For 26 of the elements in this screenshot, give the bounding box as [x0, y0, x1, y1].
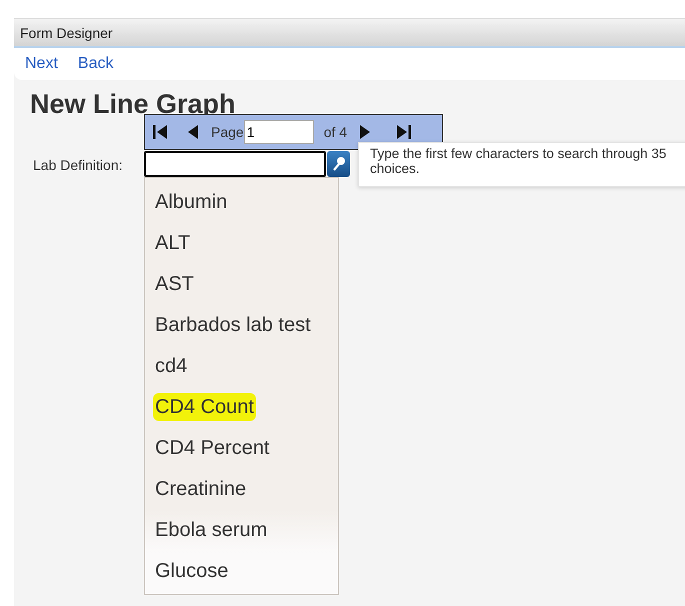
header-title: Form Designer: [20, 25, 113, 41]
choice-item[interactable]: Creatinine: [153, 469, 248, 510]
choice-item[interactable]: CD4 Count: [153, 393, 256, 421]
nav-link[interactable]: Back: [78, 52, 114, 80]
page-input[interactable]: 1: [244, 120, 314, 144]
choice-item[interactable]: Barbados lab test: [153, 305, 313, 346]
choice-item[interactable]: Glucose: [153, 551, 230, 592]
nav-link[interactable]: Next: [25, 52, 58, 80]
next-page-icon[interactable]: [359, 124, 372, 140]
first-page-icon[interactable]: [153, 124, 167, 140]
choice-item[interactable]: AST: [153, 264, 196, 305]
search-icon: [332, 156, 346, 172]
last-page-icon[interactable]: [397, 124, 412, 140]
previous-page-icon[interactable]: [187, 124, 199, 140]
search-field[interactable]: [144, 151, 326, 177]
search-tooltip: Type the first few characters to search through 35 choices.: [358, 142, 685, 187]
field-label: Lab Definition:: [33, 156, 123, 175]
page-count: of 4: [324, 122, 348, 142]
choice-item[interactable]: Ebola serum: [153, 510, 270, 551]
choice-item[interactable]: CD4 Percent: [153, 428, 272, 469]
page-title: New Line Graph: [30, 90, 237, 120]
search-button[interactable]: [327, 151, 350, 177]
choice-item[interactable]: Albumin: [153, 182, 230, 223]
page-label: Page: [211, 122, 244, 142]
choice-item[interactable]: cd4: [153, 346, 190, 387]
choice-item[interactable]: ALT: [153, 223, 192, 264]
